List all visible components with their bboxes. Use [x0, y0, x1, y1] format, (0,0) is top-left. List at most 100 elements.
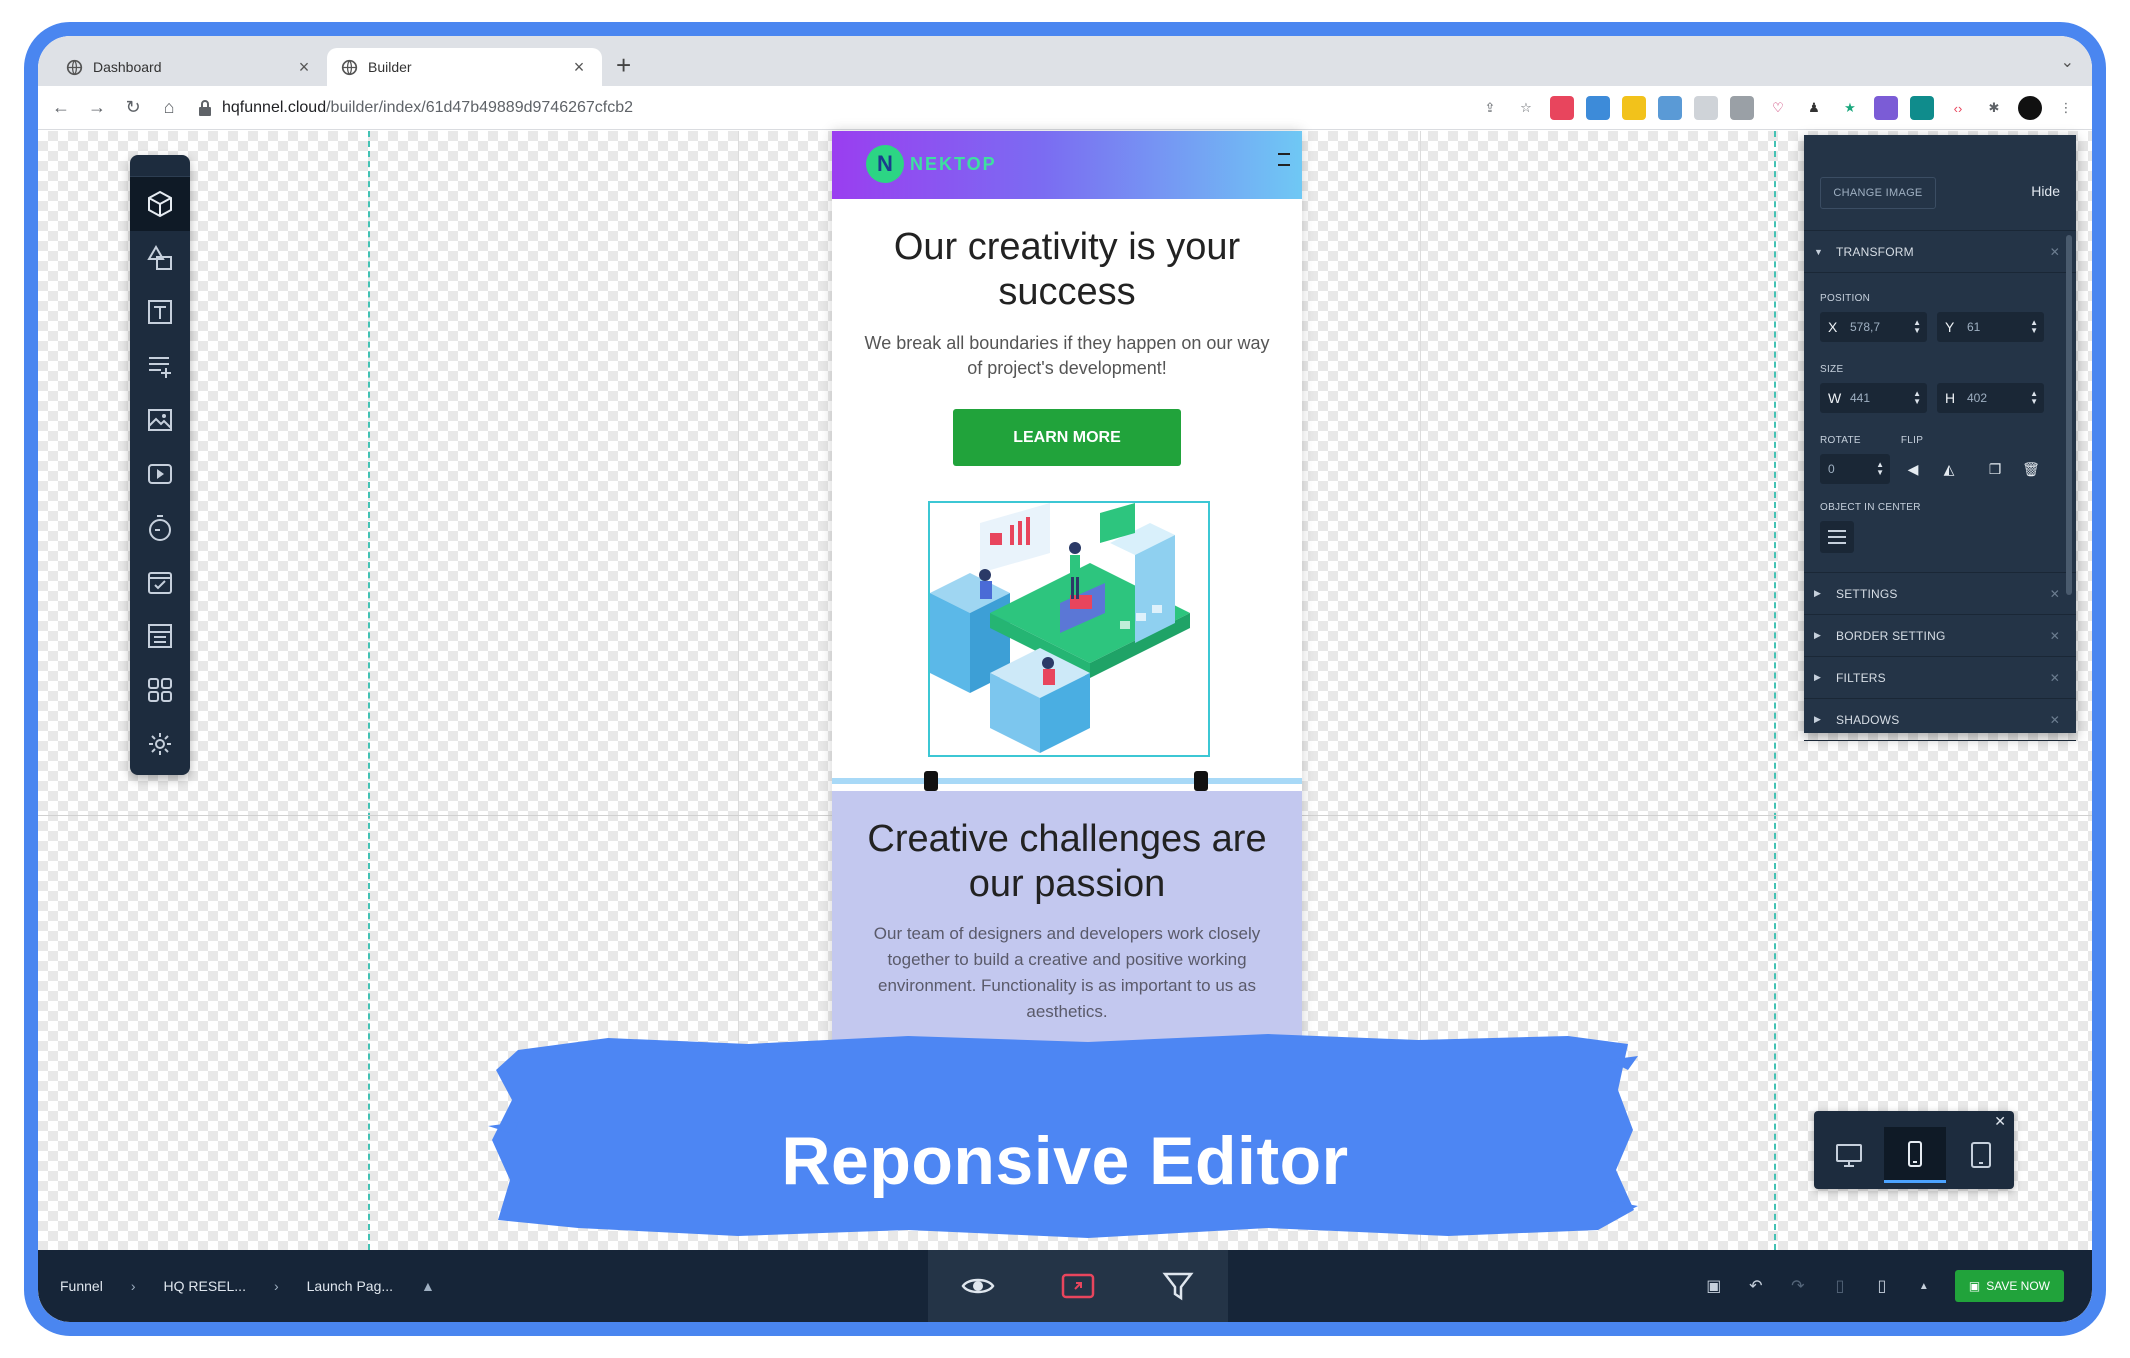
gear-icon[interactable]	[130, 717, 190, 771]
caret-up-icon[interactable]: ▲	[1913, 1275, 1935, 1297]
close-icon[interactable]: ×	[570, 57, 588, 78]
stepper-icon[interactable]: ▲ ▼	[2030, 390, 2038, 406]
breadcrumb-item[interactable]: Funnel	[60, 1278, 103, 1294]
hide-panel-button[interactable]: Hide	[2031, 183, 2060, 199]
video-icon[interactable]	[130, 447, 190, 501]
drag-handle[interactable]	[130, 155, 190, 177]
url-field[interactable]: hqfunnel.cloud/builder/index/61d47b49889…	[198, 99, 633, 117]
tab-bar: Dashboard × Builder × + ⌄	[38, 36, 2092, 86]
align-center-button[interactable]	[1820, 521, 1854, 553]
hero-subtitle: We break all boundaries if they happen o…	[864, 333, 1270, 378]
save-disk-icon[interactable]: ▣	[1703, 1275, 1725, 1297]
menu-icon[interactable]	[1278, 153, 1290, 175]
stepper-icon[interactable]: ▲ ▼	[2030, 319, 2038, 335]
back-arrow-icon[interactable]: ←	[48, 95, 74, 121]
resize-handle[interactable]	[1194, 771, 1208, 791]
layout-icon[interactable]	[130, 609, 190, 663]
shapes-icon[interactable]	[130, 231, 190, 285]
illustration-image[interactable]	[928, 501, 1210, 757]
close-icon[interactable]: ✕	[2050, 245, 2060, 259]
reload-icon[interactable]: ↻	[120, 95, 146, 121]
learn-more-button[interactable]: LEARN MORE	[953, 409, 1181, 466]
plus-icon[interactable]: +	[616, 50, 631, 81]
timer-icon[interactable]	[130, 501, 190, 555]
extension-icon[interactable]	[1550, 96, 1574, 120]
caret-up-icon[interactable]: ▲	[421, 1278, 435, 1294]
form-check-icon[interactable]	[130, 555, 190, 609]
change-image-button[interactable]: CHANGE IMAGE	[1820, 177, 1936, 209]
scrollbar[interactable]	[2066, 235, 2072, 595]
bottom-bar: Funnel › HQ RESEL... › Launch Pag... ▲ ▣…	[38, 1250, 2092, 1322]
axis-label: W	[1828, 390, 1842, 406]
extension-icon[interactable]	[1658, 96, 1682, 120]
text-icon[interactable]	[130, 285, 190, 339]
extension-icon[interactable]	[1874, 96, 1898, 120]
share-icon[interactable]: ⇪	[1478, 96, 1502, 120]
funnel-icon[interactable]	[1160, 1268, 1196, 1304]
extension-icon[interactable]: ♡	[1766, 96, 1790, 120]
input-value: 402	[1967, 391, 1988, 405]
flip-horizontal-icon[interactable]: ◀	[1900, 454, 1926, 484]
extension-icon[interactable]	[1586, 96, 1610, 120]
size-h-input[interactable]: H 402 ▲ ▼	[1937, 383, 2044, 413]
extension-icon[interactable]	[1910, 96, 1934, 120]
banner-title: Reponsive Editor	[781, 1123, 1349, 1199]
forward-arrow-icon[interactable]: →	[84, 95, 110, 121]
close-icon[interactable]: ✕	[2050, 713, 2060, 727]
close-icon[interactable]: ✕	[2050, 671, 2060, 685]
extension-icon[interactable]	[1622, 96, 1646, 120]
resize-handle[interactable]	[924, 771, 938, 791]
home-icon[interactable]: ⌂	[156, 95, 182, 121]
section-border-setting[interactable]: ▶ BORDER SETTING ✕	[1804, 615, 2076, 657]
stepper-icon[interactable]: ▲ ▼	[1913, 319, 1921, 335]
position-label: POSITION	[1820, 293, 1871, 304]
section-settings[interactable]: ▶ SETTINGS ✕	[1804, 573, 2076, 615]
page-preview[interactable]: N NEKTOP Our creativity is your success …	[832, 131, 1302, 1056]
breadcrumb-item[interactable]: Launch Pag...	[307, 1278, 393, 1294]
position-x-input[interactable]: X 578,7 ▲ ▼	[1820, 312, 1927, 342]
trash-icon[interactable]: 🗑	[2018, 454, 2044, 484]
star-icon[interactable]: ☆	[1514, 96, 1538, 120]
save-now-button[interactable]: ▣ SAVE NOW	[1954, 1270, 2064, 1302]
puzzle-icon[interactable]: ✱	[1982, 96, 2006, 120]
code-icon[interactable]: ‹›	[1946, 96, 1970, 120]
properties-panel: CHANGE IMAGE Hide ▼ TRANSFORM ✕ POSITION…	[1804, 135, 2076, 741]
section-shadows[interactable]: ▶ SHADOWS ✕	[1804, 699, 2076, 741]
avatar[interactable]	[2018, 96, 2042, 120]
position-y-input[interactable]: Y 61 ▲ ▼	[1937, 312, 2044, 342]
size-w-input[interactable]: W 441 ▲ ▼	[1820, 383, 1927, 413]
page-header[interactable]: N NEKTOP	[832, 131, 1302, 199]
grid-icon[interactable]	[130, 663, 190, 717]
redo-icon[interactable]: ↷	[1787, 1275, 1809, 1297]
panel-header: CHANGE IMAGE Hide	[1804, 135, 2076, 231]
stepper-icon[interactable]: ▲ ▼	[1876, 461, 1884, 477]
extension-icon[interactable]: ★	[1838, 96, 1862, 120]
undo-icon[interactable]: ↶	[1745, 1275, 1767, 1297]
stepper-icon[interactable]: ▲ ▼	[1913, 390, 1921, 406]
mobile-small-icon[interactable]: ▯	[1829, 1275, 1851, 1297]
breadcrumb-item[interactable]: HQ RESEL...	[163, 1278, 245, 1294]
image-icon[interactable]	[130, 393, 190, 447]
close-icon[interactable]: ×	[295, 57, 313, 78]
copy-icon[interactable]: ❐	[1982, 454, 2008, 484]
tab-dashboard[interactable]: Dashboard ×	[52, 48, 327, 86]
close-icon[interactable]: ✕	[2050, 587, 2060, 601]
extension-icon[interactable]	[1694, 96, 1718, 120]
cube-icon[interactable]	[130, 177, 190, 231]
popup-icon[interactable]	[1060, 1268, 1096, 1304]
tab-builder[interactable]: Builder ×	[327, 48, 602, 86]
passion-section[interactable]: Creative challenges are our passion Our …	[832, 791, 1302, 1056]
section-filters[interactable]: ▶ FILTERS ✕	[1804, 657, 2076, 699]
extension-icon[interactable]: ♟	[1802, 96, 1826, 120]
rotate-input[interactable]: 0 ▲ ▼	[1820, 454, 1890, 484]
chevron-down-icon[interactable]: ⌄	[2061, 52, 2074, 72]
extension-icon[interactable]	[1730, 96, 1754, 120]
eye-icon[interactable]	[960, 1268, 996, 1304]
more-vert-icon[interactable]: ⋮	[2054, 96, 2078, 120]
list-add-icon[interactable]	[130, 339, 190, 393]
section-transform[interactable]: ▼ TRANSFORM ✕	[1804, 231, 2076, 273]
flip-vertical-icon[interactable]: ◭	[1936, 454, 1962, 484]
save-label: SAVE NOW	[1986, 1279, 2050, 1293]
close-icon[interactable]: ✕	[2050, 629, 2060, 643]
mobile-icon[interactable]: ▯	[1871, 1275, 1893, 1297]
